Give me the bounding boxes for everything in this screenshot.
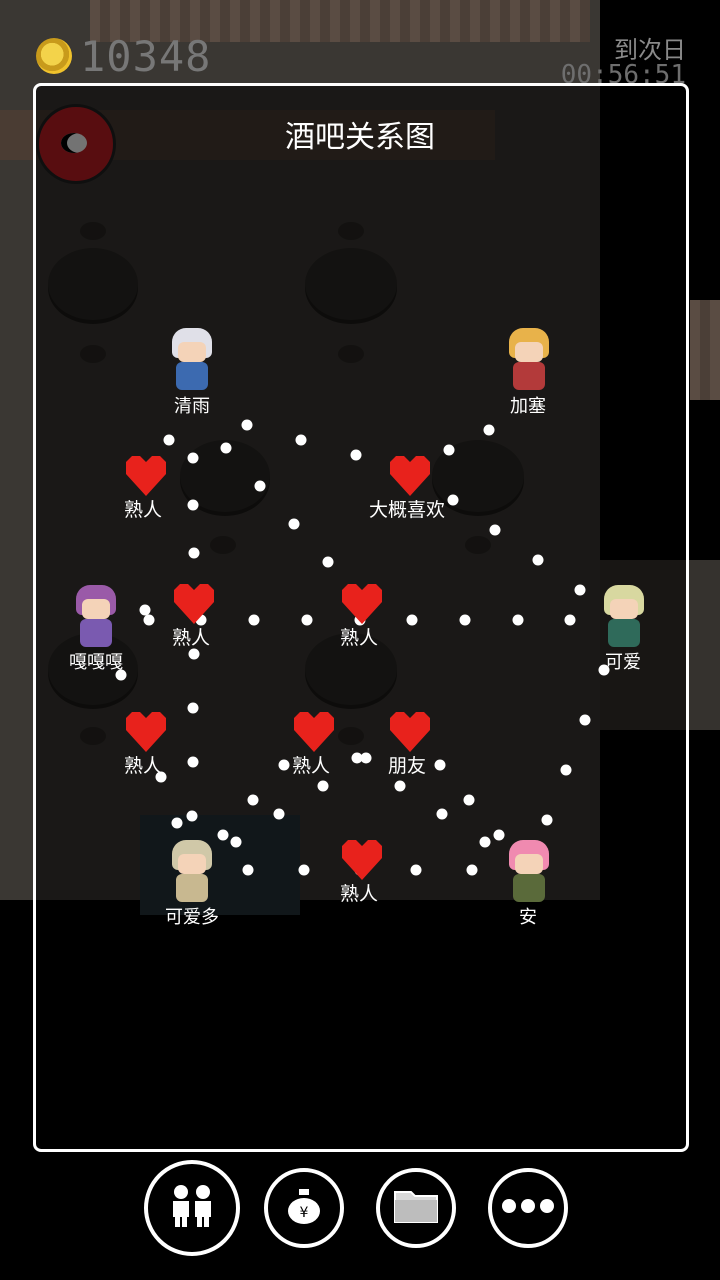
relation-dot bbox=[187, 499, 199, 511]
character-name: 加塞 bbox=[510, 396, 546, 417]
people-icon bbox=[167, 1184, 217, 1232]
character-sprite[interactable] bbox=[600, 585, 648, 649]
more-button[interactable] bbox=[488, 1168, 568, 1248]
relation-dot bbox=[247, 794, 259, 806]
relation-dot bbox=[187, 702, 199, 714]
coin-count: 10348 bbox=[80, 32, 212, 81]
heart-icon[interactable] bbox=[388, 712, 432, 754]
heart-icon[interactable] bbox=[124, 456, 168, 498]
relation-dot bbox=[301, 614, 313, 626]
relation-dot bbox=[295, 434, 307, 446]
character-sprite[interactable] bbox=[168, 840, 216, 904]
character-name: 安 bbox=[519, 907, 537, 928]
relation-label: 熟人 bbox=[339, 627, 379, 649]
relation-dot bbox=[463, 794, 475, 806]
relation-dot bbox=[188, 547, 199, 558]
relation-dot bbox=[254, 480, 266, 492]
heart-icon[interactable] bbox=[340, 840, 384, 882]
relation-label: 大概喜欢 bbox=[368, 499, 446, 521]
relation-dot bbox=[187, 756, 199, 768]
relation-dot bbox=[188, 648, 200, 660]
relation-dot bbox=[248, 614, 260, 626]
character-name: 清雨 bbox=[174, 396, 210, 417]
character-name: 嘎嘎嘎 bbox=[69, 652, 123, 673]
relation-dot bbox=[278, 759, 289, 771]
panel-title: 酒吧关系图 bbox=[285, 120, 435, 155]
relation-dot bbox=[220, 442, 232, 454]
relation-label: 熟人 bbox=[339, 883, 379, 905]
relationship-button[interactable] bbox=[144, 1160, 240, 1256]
relation-dot bbox=[479, 836, 491, 848]
relation-dot bbox=[493, 829, 504, 841]
heart-icon[interactable] bbox=[124, 712, 168, 754]
relation-label: 熟人 bbox=[123, 499, 163, 521]
heart-icon[interactable] bbox=[292, 712, 336, 754]
svg-text:¥: ¥ bbox=[300, 1205, 309, 1221]
relation-dot bbox=[360, 752, 372, 764]
relation-dot bbox=[541, 814, 553, 826]
relation-dot bbox=[139, 604, 151, 616]
relation-dot bbox=[186, 810, 198, 822]
relation-dot bbox=[322, 556, 334, 568]
relation-dot bbox=[447, 494, 459, 506]
relation-dot bbox=[574, 584, 586, 596]
heart-icon[interactable] bbox=[172, 584, 216, 626]
relation-dot bbox=[443, 444, 455, 456]
relation-label: 朋友 bbox=[387, 755, 427, 777]
character-name: 可爱多 bbox=[165, 907, 219, 928]
relation-dot bbox=[466, 864, 478, 876]
relation-dot bbox=[532, 554, 544, 566]
heart-icon[interactable] bbox=[340, 584, 384, 626]
character-name: 可爱 bbox=[605, 652, 641, 673]
relation-dot bbox=[350, 449, 361, 461]
relation-dot bbox=[406, 614, 418, 626]
relation-dot bbox=[560, 764, 572, 776]
relation-dot bbox=[512, 614, 524, 626]
more-icon bbox=[501, 1198, 555, 1218]
coin-icon bbox=[36, 38, 72, 74]
relation-dot bbox=[298, 864, 310, 876]
relation-dot bbox=[230, 836, 242, 848]
relation-dot bbox=[187, 452, 198, 463]
relation-dot bbox=[351, 752, 363, 764]
folder-icon bbox=[393, 1188, 439, 1228]
relation-dot bbox=[288, 518, 300, 530]
relation-dot bbox=[394, 780, 406, 792]
relation-dot bbox=[241, 419, 252, 431]
relation-dot bbox=[217, 829, 228, 841]
relation-label: 熟人 bbox=[123, 755, 163, 777]
relation-dot bbox=[317, 780, 329, 792]
relation-dot bbox=[171, 817, 183, 829]
money-bag-icon: ¥ bbox=[285, 1187, 323, 1229]
relation-dot bbox=[564, 614, 576, 626]
relation-dot bbox=[434, 759, 445, 771]
relation-dot bbox=[163, 434, 175, 446]
relation-label: 熟人 bbox=[291, 755, 331, 777]
relation-dot bbox=[242, 864, 254, 876]
relation-dot bbox=[436, 808, 448, 820]
character-sprite[interactable] bbox=[72, 585, 120, 649]
relation-dot bbox=[459, 614, 471, 626]
character-sprite[interactable] bbox=[505, 840, 553, 904]
relation-dot bbox=[579, 714, 591, 726]
relation-dot bbox=[483, 424, 495, 436]
relation-dot bbox=[143, 614, 155, 626]
relation-label: 熟人 bbox=[171, 627, 211, 649]
relation-dot bbox=[410, 864, 422, 876]
folder-button[interactable] bbox=[376, 1168, 456, 1248]
relation-dot bbox=[489, 524, 501, 536]
heart-icon[interactable] bbox=[388, 456, 432, 498]
relation-dot bbox=[273, 808, 285, 820]
character-sprite[interactable] bbox=[505, 328, 553, 392]
money-button[interactable]: ¥ bbox=[264, 1168, 344, 1248]
character-sprite[interactable] bbox=[168, 328, 216, 392]
